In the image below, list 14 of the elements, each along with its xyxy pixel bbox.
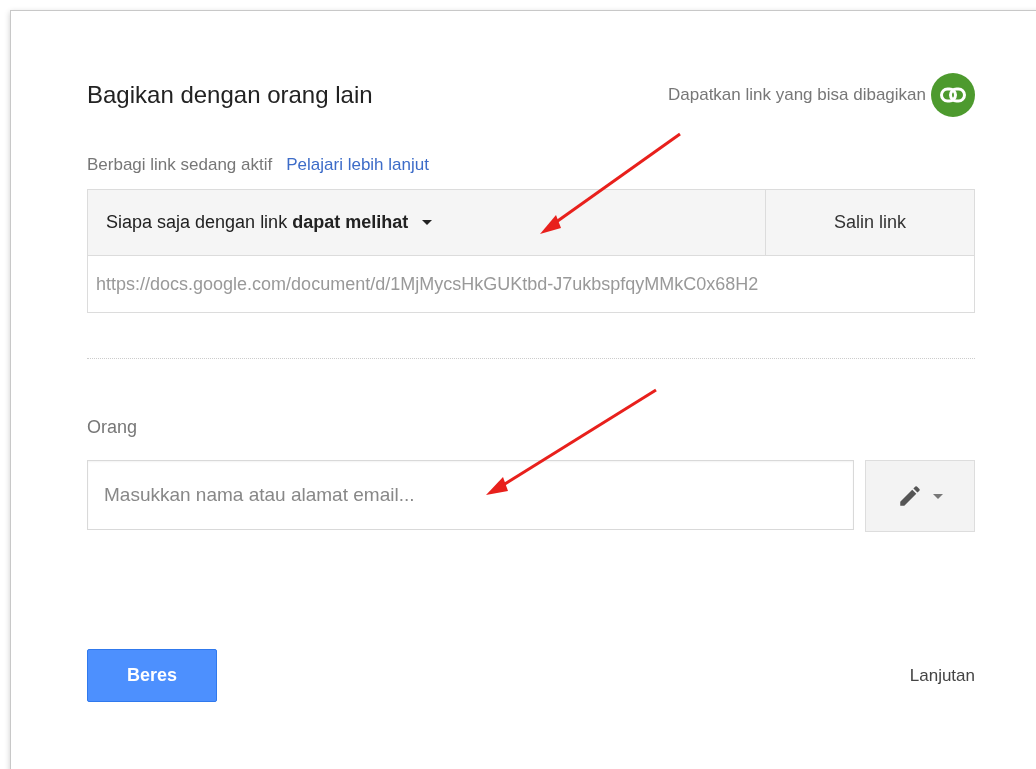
share-url: https://docs.google.com/document/d/1MjMycsHkGUKtbd-J7ukbspfqyMMkC0x68H2 <box>96 273 759 295</box>
get-link-label[interactable]: Dapatkan link yang bisa dibagikan <box>668 85 926 105</box>
learn-more-link[interactable]: Pelajari lebih lanjut <box>286 155 429 175</box>
caret-icon <box>933 493 943 499</box>
access-dropdown[interactable]: Siapa saja dengan link dapat melihat <box>88 190 765 255</box>
caret-icon <box>422 220 433 225</box>
sharing-status: Berbagi link sedang aktif <box>87 155 273 175</box>
advanced-link[interactable]: Lanjutan <box>909 665 975 686</box>
permission-button[interactable] <box>865 460 975 532</box>
dialog-title: Bagikan dengan orang lain <box>87 81 373 109</box>
people-label: Orang <box>87 417 139 438</box>
link-icon[interactable] <box>931 73 975 117</box>
email-field[interactable]: Masukkan nama atau alamat email... <box>87 460 854 530</box>
pencil-icon <box>897 483 923 509</box>
